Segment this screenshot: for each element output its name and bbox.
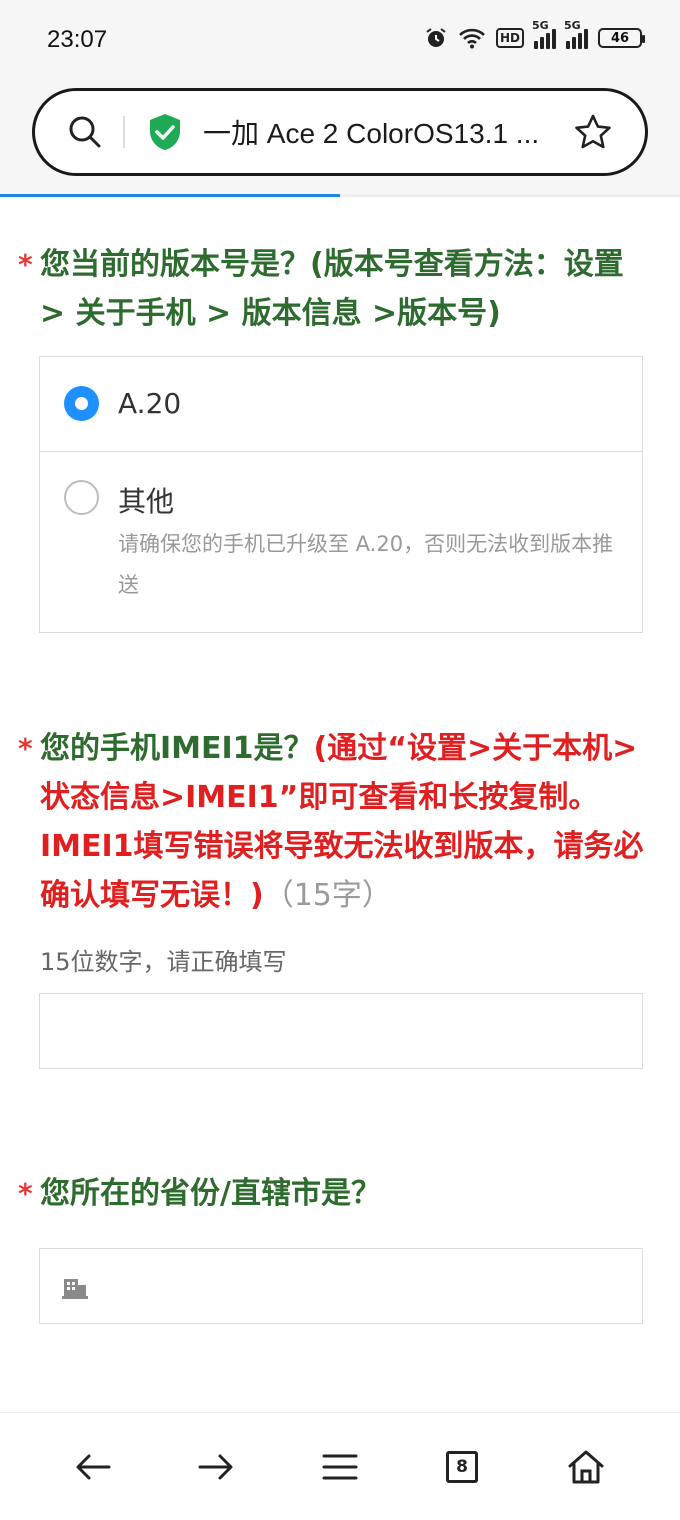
tab-count: 8 <box>446 1451 478 1483</box>
bookmark-star-icon[interactable] <box>573 112 613 152</box>
alarm-icon <box>424 26 448 50</box>
required-mark: * <box>18 732 33 765</box>
question-imei-title: 您的手机IMEI1是？(通过“设置>关于本机>状态信息>IMEI1”即可查看和长… <box>40 724 650 920</box>
page-title[interactable]: 一加 Ace 2 ColorOS13.1 ... <box>203 112 555 152</box>
bottom-navigation: 8 <box>0 1412 680 1520</box>
question-province-title: 您所在的省份/直辖市是？ <box>40 1176 381 1211</box>
status-time: 23:07 <box>47 26 108 53</box>
imei-field-hint: 15位数字，请正确填写 <box>40 948 287 976</box>
option-other[interactable]: 其他 请确保您的手机已升级至 A.20，否则无法收到版本推送 <box>40 452 642 633</box>
browser-toolbar: 一加 Ace 2 ColorOS13.1 ... <box>0 82 680 194</box>
option-label: A.20 <box>118 387 182 420</box>
network-type-label-2: 5G <box>564 19 581 32</box>
signal-5g-icon-1: 5G <box>532 19 556 49</box>
search-icon[interactable] <box>65 112 105 152</box>
question-version-title: 您当前的版本号是？(版本号查看方法：设置 > 关于手机 > 版本信息 >版本号) <box>40 247 624 331</box>
province-select[interactable] <box>39 1248 643 1324</box>
network-type-label-1: 5G <box>532 19 549 32</box>
option-hint: 请确保您的手机已升级至 A.20，否则无法收到版本推送 <box>118 532 614 597</box>
imei-input[interactable] <box>39 993 643 1069</box>
radio-selected[interactable] <box>64 386 99 421</box>
question-imei-char-count: （15字） <box>263 878 392 913</box>
question-imei-main: 您的手机IMEI1是？ <box>40 731 314 766</box>
menu-icon[interactable] <box>320 1447 360 1487</box>
address-bar[interactable]: 一加 Ace 2 ColorOS13.1 ... <box>32 88 648 176</box>
building-icon <box>62 1273 88 1299</box>
home-icon[interactable] <box>566 1447 606 1487</box>
status-bar: 23:07 HD 5G 5G 46 <box>0 0 680 82</box>
address-divider <box>123 116 125 148</box>
radio-unselected[interactable] <box>64 480 99 515</box>
option-label: 其他 <box>118 485 175 518</box>
signal-5g-icon-2: 5G <box>564 19 588 49</box>
page-load-progress <box>0 194 680 197</box>
back-arrow-icon[interactable] <box>73 1447 113 1487</box>
version-options: A.20 其他 请确保您的手机已升级至 A.20，否则无法收到版本推送 <box>39 356 643 633</box>
required-mark: * <box>18 248 33 281</box>
hd-voice-icon: HD <box>495 28 524 48</box>
tabs-icon[interactable]: 8 <box>442 1447 482 1487</box>
page-load-progress-fill <box>0 194 340 197</box>
wifi-icon <box>458 27 486 49</box>
forward-arrow-icon[interactable] <box>196 1447 236 1487</box>
option-a20[interactable]: A.20 <box>40 357 642 452</box>
status-icons: HD 5G 5G 46 <box>424 19 645 50</box>
battery-icon: 46 <box>598 28 645 48</box>
secure-shield-icon[interactable] <box>147 112 183 152</box>
required-mark: * <box>18 1177 33 1210</box>
